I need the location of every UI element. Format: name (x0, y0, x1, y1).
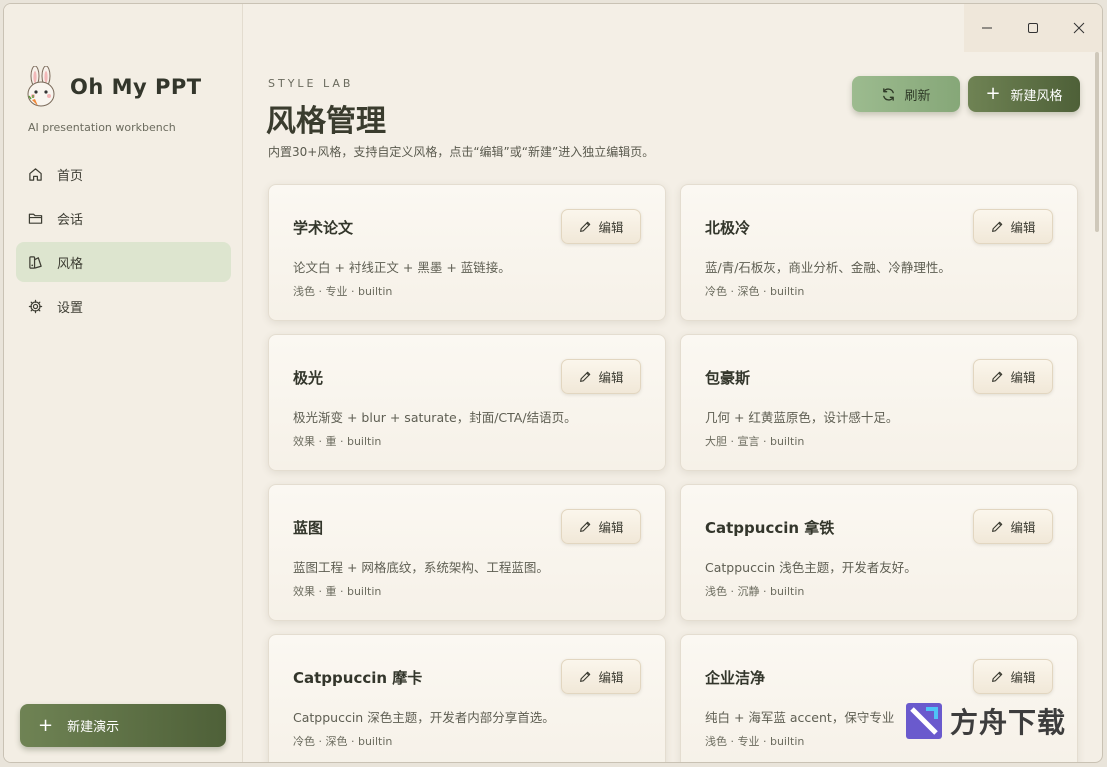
gear-icon (28, 299, 43, 313)
style-card-description: 蓝/青/石板灰，商业分析、金融、冷静理性。 (705, 260, 951, 275)
sidebar-item-label: 会话 (57, 212, 84, 228)
sidebar: Oh My PPT AI presentation workbench 首页 会… (4, 4, 243, 762)
style-card-meta: 大胆 · 宣言 · builtin (705, 435, 805, 448)
style-card-title: Catppuccin 摩卡 (293, 669, 423, 687)
style-card-description: 蓝图工程 + 网格底纹，系统架构、工程蓝图。 (293, 560, 549, 575)
style-card-title: 蓝图 (293, 519, 324, 537)
sidebar-nav: 首页 会话 风格 设置 (16, 154, 231, 330)
edit-label: 编辑 (598, 220, 624, 235)
refresh-button[interactable]: 刷新 (852, 76, 960, 112)
app-window: Oh My PPT AI presentation workbench 首页 会… (3, 3, 1103, 763)
style-card-meta: 浅色 · 专业 · builtin (705, 735, 805, 748)
style-card-title: 北极冷 (705, 219, 751, 237)
style-card[interactable]: 包豪斯 编辑几何 + 红黄蓝原色，设计感十足。 大胆 · 宣言 · builtin (680, 334, 1078, 471)
pencil-icon (580, 371, 591, 382)
edit-button[interactable]: 编辑 (561, 659, 641, 694)
style-card-description: Catppuccin 深色主题，开发者内部分享首选。 (293, 710, 555, 725)
edit-label: 编辑 (1010, 370, 1036, 385)
sidebar-item-label: 设置 (57, 300, 84, 316)
palette-icon (29, 255, 42, 269)
app-tagline: AI presentation workbench (28, 121, 176, 134)
style-card-meta: 冷色 · 深色 · builtin (705, 285, 805, 298)
plus-icon: + (985, 83, 1001, 104)
style-card[interactable]: Catppuccin 摩卡 编辑 Catppuccin 深色主题，开发者内部分享首选… (268, 634, 666, 762)
edit-button[interactable]: 编辑 (973, 359, 1053, 394)
edit-label: 编辑 (1010, 520, 1036, 535)
style-card-description: 几何 + 红黄蓝原色，设计感十足。 (705, 410, 899, 425)
edit-label: 编辑 (1010, 220, 1036, 235)
edit-button[interactable]: 编辑 (973, 659, 1053, 694)
style-card-title: 极光 (293, 369, 324, 387)
sidebar-item-label: 首页 (57, 168, 84, 184)
edit-label: 编辑 (1010, 670, 1036, 685)
style-card-title: 包豪斯 (705, 369, 751, 387)
style-card[interactable]: 企业洁净 编辑纯白 + 海军蓝 accent，保守专业 浅色 · 专业 · buil… (680, 634, 1078, 762)
style-card[interactable]: 极光 编辑极光渐变 + blur + saturate，封面/CTA/结语页。 效果… (268, 334, 666, 471)
watermark: 方舟下载 (904, 701, 1066, 741)
style-card-description: 论文白 + 衬线正文 + 黑墨 + 蓝链接。 (293, 260, 511, 275)
style-card-meta: 浅色 · 专业 · builtin (293, 285, 393, 298)
refresh-icon (883, 87, 895, 101)
edit-button[interactable]: 编辑 (973, 509, 1053, 544)
plus-icon: + (38, 714, 54, 736)
edit-label: 编辑 (598, 520, 624, 535)
page-description: 内置30+风格，支持自定义风格，点击“编辑”或“新建”进入独立编辑页。 (268, 145, 655, 159)
main-content: STYLE LAB 风格管理 内置30+风格，支持自定义风格，点击“编辑”或“新… (244, 4, 1102, 762)
page-title: 风格管理 (266, 104, 386, 139)
style-card-meta: 效果 · 重 · builtin (293, 585, 382, 598)
sidebar-item-label: 风格 (57, 256, 84, 272)
scrollbar[interactable] (1095, 52, 1099, 232)
edit-button[interactable]: 编辑 (561, 209, 641, 244)
new-style-button[interactable]: + 新建风格 (968, 76, 1080, 112)
style-card-description: Catppuccin 浅色主题，开发者友好。 (705, 560, 917, 575)
pencil-icon (580, 221, 591, 232)
home-icon (29, 167, 42, 181)
rabbit-logo-icon (27, 66, 55, 107)
style-card[interactable]: Catppuccin 拿铁 编辑 Catppuccin 浅色主题，开发者友好。 浅色 … (680, 484, 1078, 621)
page-kicker: STYLE LAB (268, 77, 354, 90)
edit-label: 编辑 (598, 670, 624, 685)
watermark-logo-icon (906, 703, 942, 739)
refresh-label: 刷新 (904, 88, 931, 104)
app-name: Oh My PPT (70, 75, 202, 99)
new-presentation-button[interactable]: + 新建演示 (20, 704, 226, 747)
style-card-description: 极光渐变 + blur + saturate，封面/CTA/结语页。 (293, 410, 577, 425)
folder-icon (28, 213, 43, 224)
pencil-icon (992, 371, 1003, 382)
style-card-title: 学术论文 (293, 219, 354, 237)
edit-button[interactable]: 编辑 (973, 209, 1053, 244)
style-card[interactable]: 蓝图 编辑蓝图工程 + 网格底纹，系统架构、工程蓝图。 效果 · 重 · built… (268, 484, 666, 621)
pencil-icon (992, 221, 1003, 232)
style-card-meta: 冷色 · 深色 · builtin (293, 735, 393, 748)
pencil-icon (992, 521, 1003, 532)
style-card[interactable]: 北极冷 编辑蓝/青/石板灰，商业分析、金融、冷静理性。 冷色 · 深色 · buil… (680, 184, 1078, 321)
sidebar-item-styles[interactable]: 风格 (16, 242, 231, 282)
brand: Oh My PPT (24, 66, 202, 108)
pencil-icon (580, 521, 591, 532)
watermark-text: 方舟下载 (950, 706, 1067, 739)
style-card-meta: 浅色 · 沉静 · builtin (705, 585, 805, 598)
edit-button[interactable]: 编辑 (561, 509, 641, 544)
new-style-label: 新建风格 (1010, 88, 1063, 104)
style-card-meta: 效果 · 重 · builtin (293, 435, 382, 448)
style-card-title: Catppuccin 拿铁 (705, 519, 835, 537)
style-card-description: 纯白 + 海军蓝 accent，保守专业 (705, 710, 895, 725)
sidebar-item-sessions[interactable]: 会话 (16, 198, 231, 238)
edit-button[interactable]: 编辑 (561, 359, 641, 394)
pencil-icon (580, 671, 591, 682)
new-presentation-label: 新建演示 (67, 720, 120, 735)
sidebar-item-home[interactable]: 首页 (16, 154, 231, 194)
pencil-icon (992, 671, 1003, 682)
sidebar-item-settings[interactable]: 设置 (16, 286, 231, 326)
style-card[interactable]: 学术论文 编辑论文白 + 衬线正文 + 黑墨 + 蓝链接。 浅色 · 专业 · bu… (268, 184, 666, 321)
style-card-title: 企业洁净 (705, 669, 766, 687)
edit-label: 编辑 (598, 370, 624, 385)
